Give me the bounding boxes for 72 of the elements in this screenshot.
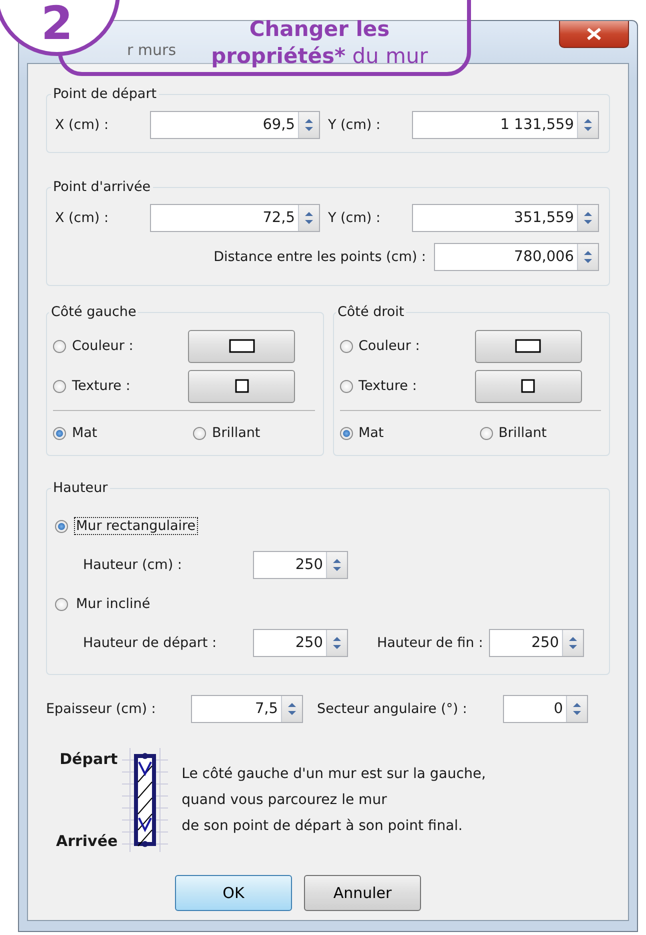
radio-button[interactable] — [53, 426, 66, 440]
spin-button[interactable] — [577, 244, 598, 270]
number-field[interactable]: 69,5 — [150, 111, 320, 139]
group-title: Point d'arrivée — [52, 179, 152, 195]
field-label: Y (cm) : — [327, 117, 382, 133]
field-label: X (cm) : — [55, 117, 110, 133]
field-label: X (cm) : — [55, 210, 110, 226]
field-label: Hauteur de fin : — [376, 635, 484, 651]
radio-label[interactable]: Brillant — [212, 425, 260, 441]
radio-label[interactable]: Texture : — [72, 378, 130, 394]
help-text: Le côté gauche d'un mur est sur la gauche, quand vous parcourez le mur de son point de départ à son point final. — [182, 765, 486, 836]
group-title: Côté gauche — [50, 304, 138, 320]
radio-button[interactable] — [55, 520, 68, 532]
radio-label[interactable]: Mur rectangulaire — [74, 517, 198, 535]
spin-button[interactable] — [298, 205, 319, 231]
square-icon — [521, 379, 535, 393]
spin-button[interactable] — [281, 696, 302, 722]
radio-button[interactable] — [53, 340, 66, 352]
number-field[interactable]: 250 — [489, 629, 584, 657]
spin-button[interactable] — [577, 205, 598, 231]
spin-button[interactable] — [298, 112, 319, 138]
rectangle-icon — [515, 339, 541, 353]
color-button[interactable] — [188, 330, 295, 362]
radio-label[interactable]: Couleur : — [72, 338, 134, 354]
start-label: Départ — [60, 750, 118, 768]
spin-button[interactable] — [566, 696, 587, 722]
end-label: Arrivée — [56, 832, 118, 850]
spin-button[interactable] — [326, 630, 347, 656]
field-label: Y (cm) : — [327, 210, 382, 226]
radio-button[interactable] — [55, 598, 68, 610]
radio-label[interactable]: Mur incliné — [74, 595, 152, 613]
number-field[interactable]: 1 131,559 — [412, 111, 599, 139]
radio-button[interactable] — [480, 426, 492, 440]
color-button[interactable] — [474, 330, 582, 362]
texture-button[interactable] — [188, 370, 295, 402]
spin-button[interactable] — [577, 112, 598, 138]
radio-label[interactable]: Mat — [72, 425, 98, 441]
number-field[interactable]: 0 — [503, 695, 588, 723]
radio-label[interactable]: Brillant — [498, 425, 547, 441]
number-field[interactable]: 250 — [253, 551, 348, 579]
spin-button[interactable] — [326, 552, 347, 578]
field-label: Hauteur (cm) : — [83, 557, 183, 573]
spin-button[interactable] — [562, 630, 583, 656]
window-title: r murs — [127, 41, 176, 59]
radio-button[interactable] — [53, 380, 66, 392]
group-title: Côté droit — [336, 304, 406, 320]
radio-button[interactable] — [340, 340, 352, 352]
field-label: Hauteur de départ : — [83, 635, 218, 651]
ok-button[interactable]: OK — [175, 875, 292, 911]
square-icon — [234, 379, 248, 393]
close-button[interactable] — [559, 21, 629, 48]
cancel-button[interactable]: Annuler — [304, 875, 421, 911]
number-field[interactable]: 250 — [253, 629, 348, 657]
group-title: Point de départ — [52, 86, 158, 102]
radio-button[interactable] — [340, 426, 352, 440]
radio-label[interactable]: Couleur : — [358, 338, 420, 354]
group-title: Hauteur — [52, 480, 109, 496]
number-field[interactable]: 72,5 — [150, 204, 320, 232]
radio-label[interactable]: Mat — [358, 425, 384, 441]
number-field[interactable]: 351,559 — [412, 204, 599, 232]
radio-button[interactable] — [340, 380, 352, 392]
callout-text: Changer les propriétés* du mur — [210, 16, 429, 70]
radio-button[interactable] — [193, 426, 206, 440]
field-label: Secteur angulaire (°) : — [317, 701, 468, 717]
field-label: Epaisseur (cm) : — [46, 701, 157, 717]
number-field[interactable]: 7,5 — [191, 695, 303, 723]
radio-label[interactable]: Texture : — [358, 378, 417, 394]
rectangle-icon — [228, 339, 254, 353]
number-field[interactable]: 780,006 — [434, 243, 599, 271]
field-label: Distance entre les points (cm) : — [212, 249, 426, 265]
texture-button[interactable] — [474, 370, 582, 402]
close-icon — [586, 27, 602, 41]
